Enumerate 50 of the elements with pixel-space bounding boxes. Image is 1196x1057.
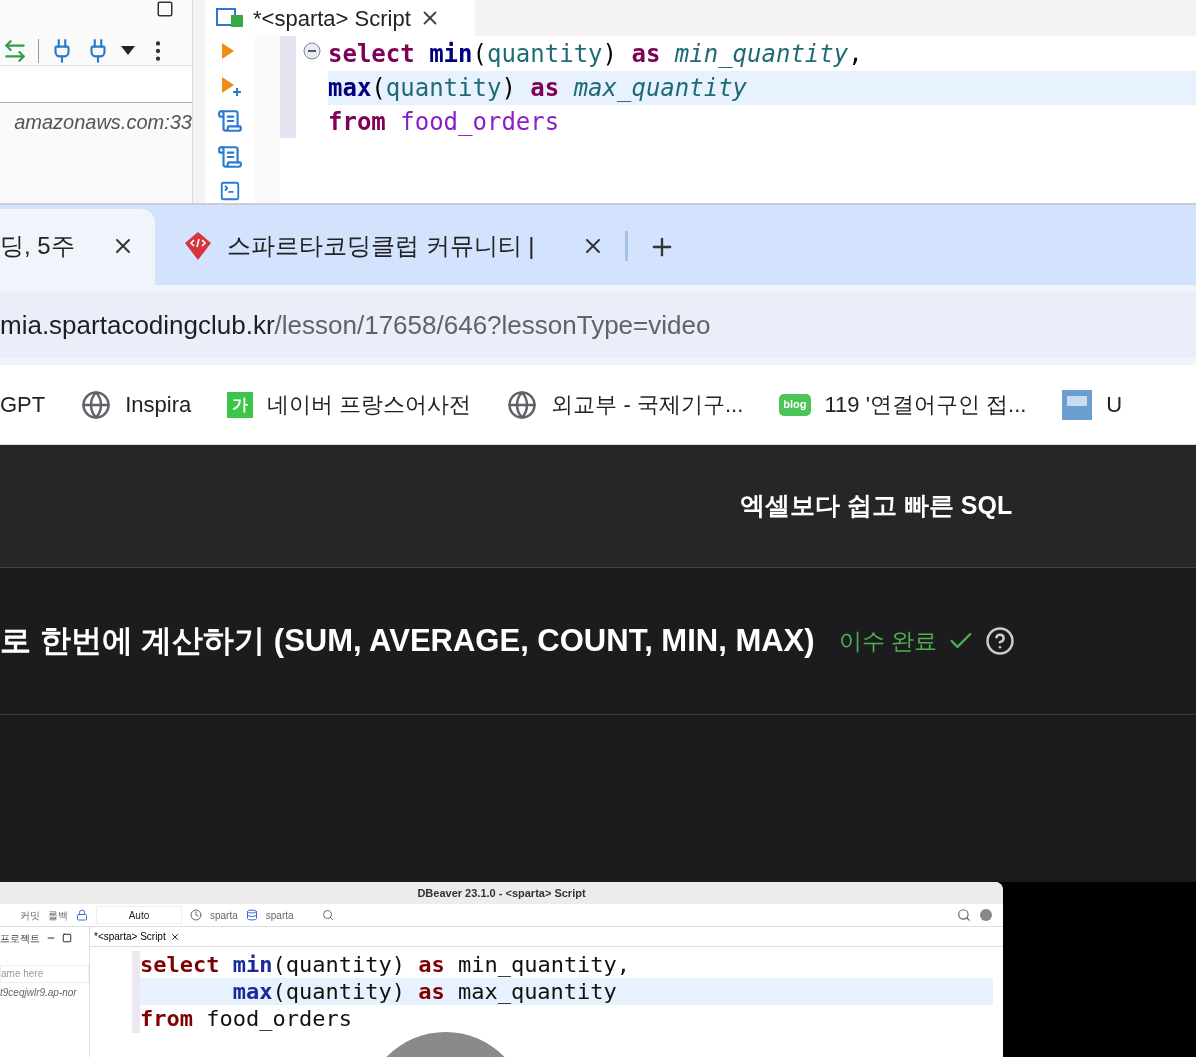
window-title: DBeaver 23.1.0 - <sparta> Script (417, 885, 586, 901)
code-line: from food_orders (328, 107, 561, 138)
search-icon[interactable] (957, 908, 971, 922)
bookmark[interactable]: 외교부 - 국제기구... (507, 388, 744, 421)
completion-status: 이수 완료 (838, 626, 937, 656)
script-file-icon (215, 7, 245, 29)
caret-icon[interactable] (121, 45, 135, 56)
terminal-icon[interactable] (219, 180, 241, 202)
run-plus-icon[interactable] (219, 74, 241, 98)
close-icon[interactable] (169, 931, 180, 942)
lock-icon[interactable] (76, 909, 88, 921)
toolbar-label[interactable]: sparta (210, 907, 238, 923)
collapse-icon[interactable] (303, 42, 321, 60)
search-icon[interactable] (321, 909, 334, 921)
maximize-icon[interactable] (156, 0, 174, 18)
toolbar-label[interactable]: sparta (265, 907, 294, 923)
avatar-icon[interactable] (979, 908, 993, 922)
script-icon[interactable] (217, 144, 243, 170)
browser-tab[interactable]: 스파르타코딩클럽 커뮤니티 | (155, 209, 625, 285)
bookmark[interactable]: U (1062, 388, 1123, 421)
toolbar-label[interactable]: 커밋 (20, 907, 40, 923)
code-bubble-icon (183, 230, 213, 262)
code-line: select min(quantity) as min_quantity, (328, 39, 864, 70)
database-icon[interactable] (245, 909, 258, 921)
link-arrows-icon[interactable] (2, 37, 28, 64)
bookmark[interactable]: blog 119 '연결어구인 접... (779, 388, 1027, 421)
clock-icon[interactable] (190, 909, 202, 921)
site-tile-icon (1062, 389, 1093, 420)
transaction-mode-field[interactable]: Auto (96, 906, 182, 924)
code-line: select min(quantity) as min_quantity, (140, 951, 632, 978)
globe-icon (507, 389, 538, 420)
toolbar-label[interactable]: 롤백 (48, 907, 68, 923)
lesson-title: 로 한번에 계산하기 (SUM, AVERAGE, COUNT, MIN, MAX) (0, 621, 815, 660)
project-tab[interactable]: 프로젝트 (0, 930, 40, 946)
maximize-icon[interactable] (62, 933, 72, 943)
connection-text[interactable]: amazonaws.com:33 (14, 107, 192, 137)
naver-badge: 가 (227, 391, 254, 418)
blog-badge: blog (779, 393, 811, 416)
address-bar[interactable]: mia.spartacodingclub.kr/lesson/17658/646?lessonType=video (0, 292, 1196, 358)
help-icon[interactable] (985, 626, 1015, 656)
browser-tab[interactable]: 딩, 5주 (0, 209, 155, 285)
bookmark[interactable]: GPT (0, 388, 46, 421)
globe-icon (81, 389, 112, 420)
filter-field[interactable] (0, 67, 192, 103)
script-tab[interactable]: *<sparta> Script (205, 0, 475, 36)
connection-text[interactable]: t9ceqjwlr9.ap-nor (0, 985, 89, 1000)
course-title: 엑셀보다 쉽고 빠른 SQL (740, 490, 1013, 522)
bookmark[interactable]: 가 네이버 프랑스어사전 (227, 388, 472, 421)
bookmark[interactable]: Inspira (81, 388, 192, 421)
code-line: from food_orders (140, 1005, 353, 1032)
